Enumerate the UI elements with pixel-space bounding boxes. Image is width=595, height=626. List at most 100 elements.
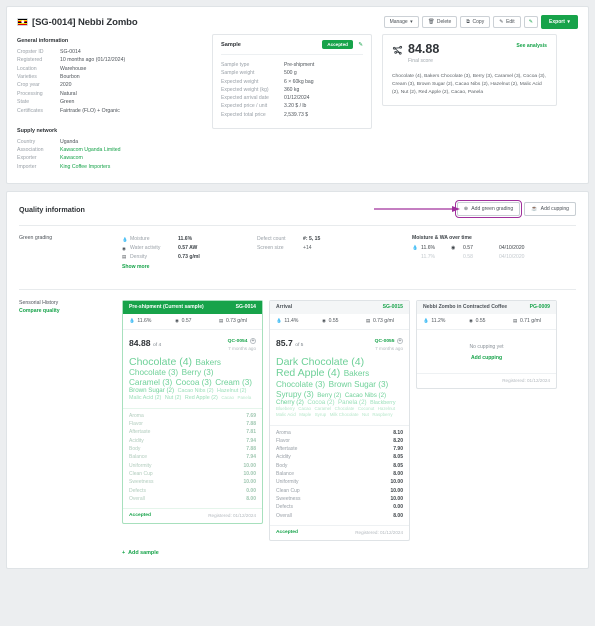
copy-button[interactable]: ⧉ Copy <box>460 16 491 29</box>
sample-key: Sample weight <box>221 70 255 77</box>
add-cupping-button[interactable]: ☕ Add cupping <box>524 202 576 217</box>
divider <box>221 54 363 56</box>
delete-button[interactable]: 🗑 Delete <box>421 16 458 29</box>
info-value: Green <box>60 99 75 106</box>
card-density-value: 0.73 g/ml <box>372 318 394 325</box>
card-flavor-tags: Dark Chocolate (4)Red Apple (4) BakersCho… <box>270 353 409 425</box>
delete-label: Delete <box>436 18 452 25</box>
header-toolbar: Manage ▾ 🗑 Delete ⧉ Copy ✎ Edit ✎ Export… <box>383 15 578 30</box>
flavor-tag[interactable]: Bakers <box>196 358 221 367</box>
info-value: SG-0014 <box>60 48 81 55</box>
supply-value-link[interactable]: King Coffee Importers <box>60 163 110 171</box>
attribute-value: 8.00 <box>393 512 403 519</box>
sample-row: Sample weight 500 g <box>221 69 363 77</box>
attribute-value: 8.05 <box>393 462 403 469</box>
droplet-icon: 💧 <box>423 318 429 324</box>
sample-value: 2,539.73 $ <box>284 111 309 118</box>
info-row: Varieties Bourbon <box>17 73 202 81</box>
flavor-tag[interactable]: Cacao <box>221 395 234 401</box>
see-analysis-link[interactable]: See analysis <box>516 43 547 49</box>
over-time-row: 💧 11.6% ◉ 0.57 04/10/2020 <box>412 244 576 253</box>
sample-row: Expected price / unit 3.20 $ / lb <box>221 102 363 110</box>
flavor-tag[interactable]: Chocolate (4) <box>129 356 192 369</box>
sensorial-card[interactable]: Arrival SG-0015 💧 11.4% ◉ 0.55 ▤ 0.73 g/ml … <box>269 299 410 541</box>
flavor-tag[interactable]: Cacao Nibs (2) <box>178 388 214 394</box>
supply-value-link[interactable]: Kawacom Uganda Limited <box>60 146 121 154</box>
plus-icon[interactable]: + <box>250 338 256 345</box>
attribute-value: 0.00 <box>246 487 256 494</box>
status-badge: Accepted <box>129 513 152 519</box>
info-value: Natural <box>60 90 77 97</box>
quality-actions: ⊛ Add green grading ☕ Add cupping <box>454 199 576 220</box>
sample-status-group: Accepted ✎ <box>322 40 363 49</box>
attribute-name: Flavor <box>276 437 290 444</box>
card-qc-id[interactable]: QC-0054 + <box>228 338 256 345</box>
sample-value: 500 g <box>284 70 297 77</box>
sample-rows: Sample type Pre-shipment Sample weight 500… <box>221 61 363 119</box>
flavor-tag[interactable]: Malic Acid <box>276 412 296 418</box>
edit-button[interactable]: ✎ Edit <box>493 16 521 29</box>
export-button[interactable]: Export ▾ <box>541 15 578 30</box>
info-value: Bourbon <box>60 73 80 80</box>
flavor-tag[interactable]: Syrup <box>315 412 326 418</box>
sensorial-card[interactable]: Pre-shipment (Current sample) SG-0014 💧 1… <box>122 299 263 525</box>
sample-row: Expected weight (kg) 360 kg <box>221 86 363 94</box>
flavor-tag[interactable]: Nut (2) <box>165 395 181 401</box>
over-time-moisture: 11.7% <box>421 254 436 261</box>
attribute-value: 7.88 <box>246 446 256 453</box>
flavor-tag[interactable]: Hazelnut (2) <box>217 388 246 394</box>
sample-key: Sample type <box>221 62 250 69</box>
flavor-tag[interactable]: Chocolate (3) <box>129 368 178 377</box>
add-green-grading-button[interactable]: ⊛ Add green grading <box>454 199 523 220</box>
info-row: Registered 10 months ago (01/12/2024) <box>17 56 202 64</box>
flavor-tag[interactable]: Panela <box>238 395 252 401</box>
add-cupping-link[interactable]: Add cupping <box>423 355 550 361</box>
final-score-card: 84.88 Final score See analysis Chocolate… <box>382 34 557 107</box>
flavor-tag[interactable]: Brown Sugar (3) <box>329 380 389 389</box>
flavor-tag[interactable]: Bakers <box>344 369 369 378</box>
flavor-notes-summary: Chocolate (4), Bakers Chocolate (3), Ber… <box>392 74 546 95</box>
flavor-tag[interactable]: Cream (3) <box>215 378 252 387</box>
flavor-tag[interactable]: Caramel (3) <box>129 378 172 387</box>
plus-icon[interactable]: + <box>397 338 403 345</box>
attribute-value: 8.05 <box>393 454 403 461</box>
supply-row: Exporter Kawacom <box>17 154 202 162</box>
compare-quality-link[interactable]: Compare quality <box>19 308 122 314</box>
flavor-tag[interactable]: Malic Acid (2) <box>129 395 161 401</box>
attribute-value: 7.88 <box>246 421 256 428</box>
flavor-tag[interactable]: Red Apple (4) <box>276 368 340 380</box>
quick-edit-button[interactable]: ✎ <box>523 16 539 29</box>
add-sample-button[interactable]: + Add sample <box>122 550 159 556</box>
manage-button[interactable]: Manage ▾ <box>383 16 419 29</box>
flavor-tag[interactable]: Red Apple (2) <box>185 395 218 401</box>
info-value: Warehouse <box>60 65 87 72</box>
supply-value: Uganda <box>60 138 79 145</box>
plus-icon: + <box>122 549 126 556</box>
metric-key: Moisture <box>130 236 150 243</box>
density-icon: ▤ <box>366 318 371 324</box>
card-registered: Registered: 01/12/2024 <box>355 529 403 535</box>
sensorial-card[interactable]: Nebbi Zombo in Contracted Coffee PG-0009… <box>416 299 557 389</box>
card-footer: Accepted Registered: 01/12/2024 <box>123 508 262 523</box>
supply-key: Importer <box>17 163 37 170</box>
card-wa-value: 0.57 <box>181 318 192 325</box>
flavor-tag[interactable]: Berry (3) <box>182 368 214 377</box>
pencil-icon[interactable]: ✎ <box>358 42 363 48</box>
sample-row: Expected weight 6 × 60kg bag <box>221 78 363 86</box>
attribute-name: Body <box>276 462 288 469</box>
supply-row: Importer King Coffee Importers <box>17 163 202 171</box>
flavor-tag[interactable]: Milk Chocolate <box>330 412 359 418</box>
attribute-name: Body <box>129 446 141 453</box>
card-qc-id[interactable]: QC-0055 + <box>375 338 403 345</box>
flavor-tag[interactable]: Chocolate (3) <box>276 380 325 389</box>
flavor-tag[interactable]: Maple <box>299 412 311 418</box>
supply-value-link[interactable]: Kawacom <box>60 154 83 162</box>
flavor-tag[interactable]: Brown Sugar (2) <box>129 387 174 395</box>
flavor-tag[interactable]: Raspberry <box>372 412 392 418</box>
card-density-value: 0.73 g/ml <box>225 318 247 325</box>
flavor-tag[interactable]: Syrupy (3) <box>276 390 314 399</box>
show-more-link[interactable]: Show more <box>122 264 257 270</box>
flavor-tag[interactable]: Nut <box>362 412 369 418</box>
attribute-name: Aftertaste <box>276 446 298 453</box>
flavor-tag[interactable]: Cocoa (3) <box>176 378 212 387</box>
